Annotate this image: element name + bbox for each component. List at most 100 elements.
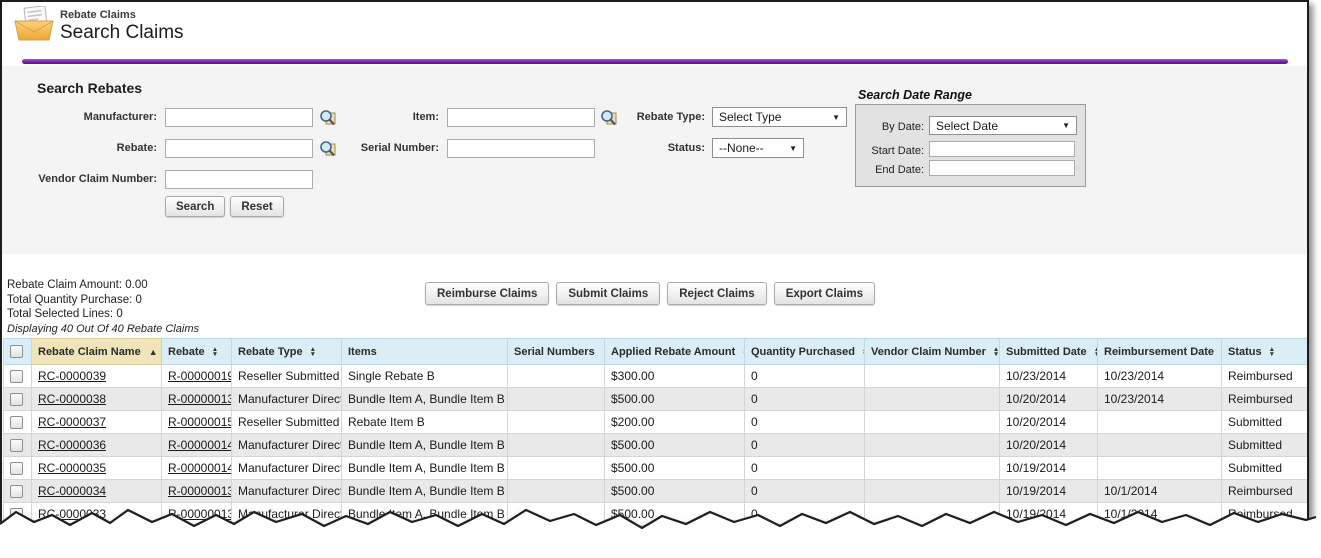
cell-vendor_claim bbox=[865, 434, 1000, 457]
by-date-select[interactable]: Select Date ▼ bbox=[929, 116, 1077, 135]
rebate-claim-link[interactable]: RC-0000037 bbox=[38, 415, 106, 429]
cell-rebate: R-00000013 bbox=[162, 503, 232, 526]
col-header-label: Serial Numbers bbox=[514, 346, 595, 358]
export-claims-button[interactable]: Export Claims bbox=[774, 282, 875, 305]
rebate-link[interactable]: R-00000014 bbox=[168, 438, 232, 452]
serial-number-label: Serial Number: bbox=[332, 142, 439, 154]
status-select[interactable]: --None-- ▼ bbox=[712, 138, 804, 158]
rebate-type-select[interactable]: Select Type ▼ bbox=[712, 107, 847, 127]
vendor-claim-number-input[interactable] bbox=[165, 170, 313, 189]
col-header-serials: Serial Numbers bbox=[508, 339, 605, 365]
rebate-link[interactable]: R-00000019 bbox=[168, 369, 232, 383]
manufacturer-input[interactable] bbox=[165, 108, 313, 127]
vendor-claim-number-label: Vendor Claim Number: bbox=[17, 173, 157, 185]
end-date-input[interactable] bbox=[929, 160, 1075, 176]
rebate-link[interactable]: R-00000013 bbox=[168, 507, 232, 521]
col-header-claim[interactable]: Rebate Claim Name▲ bbox=[32, 339, 162, 365]
cell-rebate: R-00000015 bbox=[162, 411, 232, 434]
col-header-submitted[interactable]: Submitted Date▲▼ bbox=[1000, 339, 1098, 365]
cell-claim: RC-0000035 bbox=[32, 457, 162, 480]
rebate-claim-link[interactable]: RC-0000039 bbox=[38, 369, 106, 383]
col-header-status[interactable]: Status▲▼ bbox=[1222, 339, 1308, 365]
reset-button[interactable]: Reset bbox=[230, 196, 283, 217]
cell-amount: $500.00 bbox=[605, 434, 745, 457]
cell-amount: $200.00 bbox=[605, 411, 745, 434]
cell-submitted: 10/23/2014 bbox=[1000, 365, 1098, 388]
cell-checkbox bbox=[4, 434, 32, 457]
row-checkbox[interactable] bbox=[10, 416, 23, 429]
cell-items: Bundle Item A, Bundle Item B bbox=[342, 434, 508, 457]
sort-both-icon: ▲▼ bbox=[310, 347, 316, 357]
row-checkbox[interactable] bbox=[10, 439, 23, 452]
row-checkbox[interactable] bbox=[10, 462, 23, 475]
search-button[interactable]: Search bbox=[165, 196, 225, 217]
row-checkbox[interactable] bbox=[10, 508, 23, 521]
row-checkbox[interactable] bbox=[10, 485, 23, 498]
cell-claim: RC-0000039 bbox=[32, 365, 162, 388]
cell-rebate: R-00000013 bbox=[162, 388, 232, 411]
col-header-label: Vendor Claim Number bbox=[871, 346, 986, 358]
serial-number-input[interactable] bbox=[447, 139, 595, 158]
app-window: Rebate Claims Search Claims Search Rebat… bbox=[0, 0, 1309, 542]
cell-vendor_claim bbox=[865, 411, 1000, 434]
rebate-claim-link[interactable]: RC-0000034 bbox=[38, 484, 106, 498]
submit-claims-button[interactable]: Submit Claims bbox=[556, 282, 660, 305]
cell-amount: $300.00 bbox=[605, 365, 745, 388]
cell-checkbox bbox=[4, 503, 32, 526]
claims-table: Rebate Claim Name▲Rebate▲▼Rebate Type▲▼I… bbox=[3, 338, 1308, 526]
chevron-down-icon: ▼ bbox=[832, 113, 840, 122]
cell-qty: 0 bbox=[745, 480, 865, 503]
rebate-claim-link[interactable]: RC-0000033 bbox=[38, 507, 106, 521]
row-checkbox[interactable] bbox=[10, 370, 23, 383]
item-label: Item: bbox=[332, 111, 439, 123]
cell-qty: 0 bbox=[745, 388, 865, 411]
rebate-type-value: Select Type bbox=[719, 110, 781, 124]
total-selected-lines: Total Selected Lines: 0 bbox=[7, 307, 199, 322]
cell-claim: RC-0000037 bbox=[32, 411, 162, 434]
rebate-claim-link[interactable]: RC-0000038 bbox=[38, 392, 106, 406]
sort-both-icon: ▲▼ bbox=[212, 347, 218, 357]
row-checkbox[interactable] bbox=[10, 393, 23, 406]
col-header-rebate_type[interactable]: Rebate Type▲▼ bbox=[232, 339, 342, 365]
col-header-vendor_claim[interactable]: Vendor Claim Number ▲▼ bbox=[865, 339, 1000, 365]
chevron-down-icon: ▼ bbox=[789, 144, 797, 153]
rebate-link[interactable]: R-00000014 bbox=[168, 461, 232, 475]
cell-checkbox bbox=[4, 411, 32, 434]
col-header-qty[interactable]: Quantity Purchased▲▼ bbox=[745, 339, 865, 365]
start-date-label: Start Date: bbox=[862, 145, 924, 157]
sort-both-icon: ▲▼ bbox=[993, 347, 999, 357]
cell-submitted: 10/19/2014 bbox=[1000, 480, 1098, 503]
reimburse-claims-button[interactable]: Reimburse Claims bbox=[425, 282, 549, 305]
rebate-link[interactable]: R-00000013 bbox=[168, 392, 232, 406]
reject-claims-button[interactable]: Reject Claims bbox=[667, 282, 766, 305]
rebate-claim-link[interactable]: RC-0000035 bbox=[38, 461, 106, 475]
displaying-count: Displaying 40 Out Of 40 Rebate Claims bbox=[7, 322, 199, 337]
cell-vendor_claim bbox=[865, 365, 1000, 388]
rebate-claim-link[interactable]: RC-0000036 bbox=[38, 438, 106, 452]
cell-reimbursed: 10/23/2014 bbox=[1098, 388, 1222, 411]
select-all-checkbox[interactable] bbox=[10, 345, 23, 358]
start-date-input[interactable] bbox=[929, 141, 1075, 157]
cell-submitted: 10/19/2014 bbox=[1000, 503, 1098, 526]
rebate-link[interactable]: R-00000013 bbox=[168, 484, 232, 498]
rebate-input[interactable] bbox=[165, 139, 313, 158]
screenshot-root: Rebate Claims Search Claims Search Rebat… bbox=[0, 0, 1321, 558]
col-header-amount[interactable]: Applied Rebate Amount▲▼ bbox=[605, 339, 745, 365]
item-input[interactable] bbox=[447, 108, 595, 127]
claims-table-body: RC-0000039R-00000019Reseller SubmittedSi… bbox=[4, 365, 1308, 526]
cell-status: Reimbursed bbox=[1222, 365, 1308, 388]
cell-rebate_type: Manufacturer Direct bbox=[232, 388, 342, 411]
rebate-link[interactable]: R-00000015 bbox=[168, 415, 232, 429]
cell-serials bbox=[508, 503, 605, 526]
col-header-checkbox[interactable] bbox=[4, 339, 32, 365]
rebate-claim-amount-total: Rebate Claim Amount: 0.00 bbox=[7, 278, 199, 293]
col-header-reimbursed[interactable]: Reimbursement Date▲▼ bbox=[1098, 339, 1222, 365]
cell-status: Submitted bbox=[1222, 411, 1308, 434]
col-header-label: Reimbursement Date bbox=[1104, 346, 1214, 358]
col-header-rebate[interactable]: Rebate▲▼ bbox=[162, 339, 232, 365]
cell-rebate_type: Manufacturer Direct bbox=[232, 434, 342, 457]
cell-items: Bundle Item A, Bundle Item B bbox=[342, 388, 508, 411]
cell-submitted: 10/19/2014 bbox=[1000, 457, 1098, 480]
cell-rebate_type: Manufacturer Direct bbox=[232, 503, 342, 526]
cell-reimbursed: 10/1/2014 bbox=[1098, 503, 1222, 526]
